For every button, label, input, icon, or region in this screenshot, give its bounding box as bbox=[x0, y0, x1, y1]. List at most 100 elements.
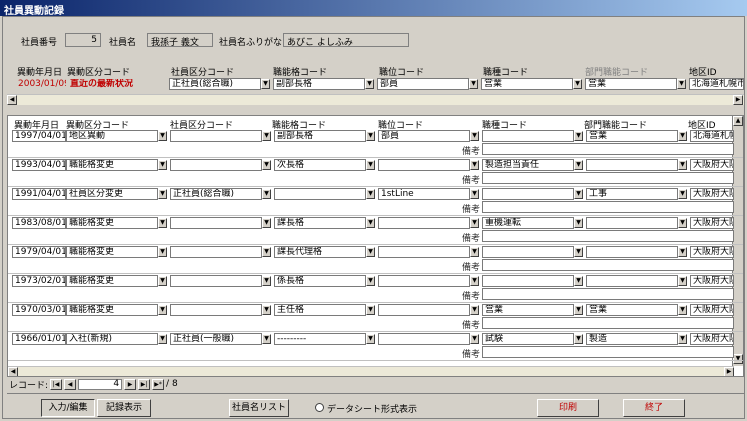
chevron-down-icon[interactable]: ▼ bbox=[678, 276, 687, 286]
chevron-down-icon[interactable]: ▼ bbox=[678, 189, 687, 199]
chevron-down-icon[interactable]: ▼ bbox=[262, 131, 271, 141]
chevron-down-icon[interactable]: ▼ bbox=[366, 218, 375, 228]
chevron-down-icon[interactable]: ▼ bbox=[678, 131, 687, 141]
row-area[interactable]: 北海道札幌 bbox=[690, 130, 734, 142]
chevron-down-icon[interactable]: ▼ bbox=[574, 189, 583, 199]
scroll-left-icon[interactable]: ◀ bbox=[8, 367, 18, 376]
chevron-down-icon[interactable]: ▼ bbox=[470, 218, 479, 228]
row-note-field[interactable] bbox=[482, 317, 734, 329]
row-date[interactable]: 1997/04/01 bbox=[12, 130, 66, 142]
latest-area[interactable]: 北海道札幌市北区 bbox=[689, 78, 744, 90]
row-dept[interactable] bbox=[586, 159, 678, 171]
chevron-down-icon[interactable]: ▼ bbox=[469, 79, 478, 89]
row-position[interactable] bbox=[378, 246, 470, 258]
chevron-down-icon[interactable]: ▼ bbox=[573, 79, 582, 89]
row-grade[interactable] bbox=[274, 188, 366, 200]
row-type[interactable]: 入社(新規) bbox=[66, 333, 158, 345]
scroll-left-icon[interactable]: ◀ bbox=[7, 95, 17, 105]
chevron-down-icon[interactable]: ▼ bbox=[574, 334, 583, 344]
chevron-down-icon[interactable]: ▼ bbox=[574, 305, 583, 315]
row-position[interactable] bbox=[378, 333, 470, 345]
chevron-down-icon[interactable]: ▼ bbox=[366, 131, 375, 141]
row-job[interactable]: 重機運転 bbox=[482, 217, 574, 229]
chevron-down-icon[interactable]: ▼ bbox=[678, 218, 687, 228]
employee-list-button[interactable]: 社員名リスト bbox=[229, 399, 289, 417]
chevron-down-icon[interactable]: ▼ bbox=[262, 218, 271, 228]
row-date[interactable]: 1966/01/01 bbox=[12, 333, 66, 345]
row-note-field[interactable] bbox=[482, 230, 734, 242]
chevron-down-icon[interactable]: ▼ bbox=[365, 79, 374, 89]
row-emp-class[interactable] bbox=[170, 217, 262, 229]
row-area[interactable]: 大阪府大阪 bbox=[690, 246, 734, 258]
row-area[interactable]: 大阪府大阪 bbox=[690, 217, 734, 229]
scroll-right-icon[interactable]: ▶ bbox=[724, 367, 734, 376]
row-note-field[interactable] bbox=[482, 346, 734, 358]
chevron-down-icon[interactable]: ▼ bbox=[158, 247, 167, 257]
chevron-down-icon[interactable]: ▼ bbox=[262, 247, 271, 257]
chevron-down-icon[interactable]: ▼ bbox=[262, 334, 271, 344]
chevron-down-icon[interactable]: ▼ bbox=[262, 189, 271, 199]
row-type[interactable]: 職能格変更 bbox=[66, 275, 158, 287]
row-note-field[interactable] bbox=[482, 143, 734, 155]
row-position[interactable]: 部員 bbox=[378, 130, 470, 142]
row-note-field[interactable] bbox=[482, 201, 734, 213]
chevron-down-icon[interactable]: ▼ bbox=[262, 276, 271, 286]
row-type[interactable]: 職能格変更 bbox=[66, 304, 158, 316]
emp-name-field[interactable]: 我孫子 義文 bbox=[147, 33, 213, 47]
row-emp-class[interactable] bbox=[170, 275, 262, 287]
chevron-down-icon[interactable]: ▼ bbox=[158, 189, 167, 199]
chevron-down-icon[interactable]: ▼ bbox=[574, 160, 583, 170]
row-date[interactable]: 1991/04/01 bbox=[12, 188, 66, 200]
emp-kana-field[interactable]: あびこ よしふみ bbox=[283, 33, 409, 47]
row-type[interactable]: 職能格変更 bbox=[66, 246, 158, 258]
chevron-down-icon[interactable]: ▼ bbox=[574, 247, 583, 257]
chevron-down-icon[interactable]: ▼ bbox=[470, 189, 479, 199]
row-emp-class[interactable] bbox=[170, 246, 262, 258]
chevron-down-icon[interactable]: ▼ bbox=[677, 79, 686, 89]
row-area[interactable]: 大阪府大阪 bbox=[690, 333, 734, 345]
chevron-down-icon[interactable]: ▼ bbox=[470, 247, 479, 257]
row-job[interactable] bbox=[482, 246, 574, 258]
row-position[interactable] bbox=[378, 159, 470, 171]
chevron-down-icon[interactable]: ▼ bbox=[574, 218, 583, 228]
row-position[interactable] bbox=[378, 304, 470, 316]
row-job[interactable] bbox=[482, 130, 574, 142]
row-emp-class[interactable] bbox=[170, 130, 262, 142]
chevron-down-icon[interactable]: ▼ bbox=[574, 131, 583, 141]
chevron-down-icon[interactable]: ▼ bbox=[366, 305, 375, 315]
row-note-field[interactable] bbox=[482, 288, 734, 300]
latest-position[interactable]: 部員 bbox=[377, 78, 469, 90]
row-position[interactable] bbox=[378, 275, 470, 287]
row-date[interactable]: 1993/04/01 bbox=[12, 159, 66, 171]
exit-button[interactable]: 終了 bbox=[623, 399, 685, 417]
row-type[interactable]: 職能格変更 bbox=[66, 159, 158, 171]
chevron-down-icon[interactable]: ▼ bbox=[678, 160, 687, 170]
chevron-down-icon[interactable]: ▼ bbox=[158, 160, 167, 170]
tab-edit[interactable]: 入力/編集 bbox=[41, 399, 95, 417]
chevron-down-icon[interactable]: ▼ bbox=[366, 189, 375, 199]
row-position[interactable]: 1stLine bbox=[378, 188, 470, 200]
row-area[interactable]: 大阪府大阪 bbox=[690, 304, 734, 316]
row-job[interactable] bbox=[482, 275, 574, 287]
row-area[interactable]: 大阪府大阪 bbox=[690, 188, 734, 200]
chevron-down-icon[interactable]: ▼ bbox=[158, 218, 167, 228]
row-type[interactable]: 職能格変更 bbox=[66, 217, 158, 229]
row-area[interactable]: 大阪府大阪 bbox=[690, 159, 734, 171]
chevron-down-icon[interactable]: ▼ bbox=[678, 334, 687, 344]
tab-view[interactable]: 記録表示 bbox=[97, 399, 151, 417]
chevron-down-icon[interactable]: ▼ bbox=[158, 276, 167, 286]
row-emp-class[interactable]: 正社員(一般職) bbox=[170, 333, 262, 345]
latest-emp-class[interactable]: 正社員(総合職) bbox=[169, 78, 261, 90]
chevron-down-icon[interactable]: ▼ bbox=[678, 305, 687, 315]
scroll-up-icon[interactable]: ▲ bbox=[733, 116, 743, 126]
row-date[interactable]: 1973/02/01 bbox=[12, 275, 66, 287]
row-note-field[interactable] bbox=[482, 172, 734, 184]
row-grade[interactable]: 係長格 bbox=[274, 275, 366, 287]
prev-record-icon[interactable]: ◀ bbox=[64, 378, 77, 390]
row-dept[interactable]: 営業 bbox=[586, 130, 678, 142]
row-position[interactable] bbox=[378, 217, 470, 229]
row-grade[interactable]: 課長代理格 bbox=[274, 246, 366, 258]
row-grade[interactable]: 課長格 bbox=[274, 217, 366, 229]
chevron-down-icon[interactable]: ▼ bbox=[470, 305, 479, 315]
row-grade[interactable]: --------- bbox=[274, 333, 366, 345]
